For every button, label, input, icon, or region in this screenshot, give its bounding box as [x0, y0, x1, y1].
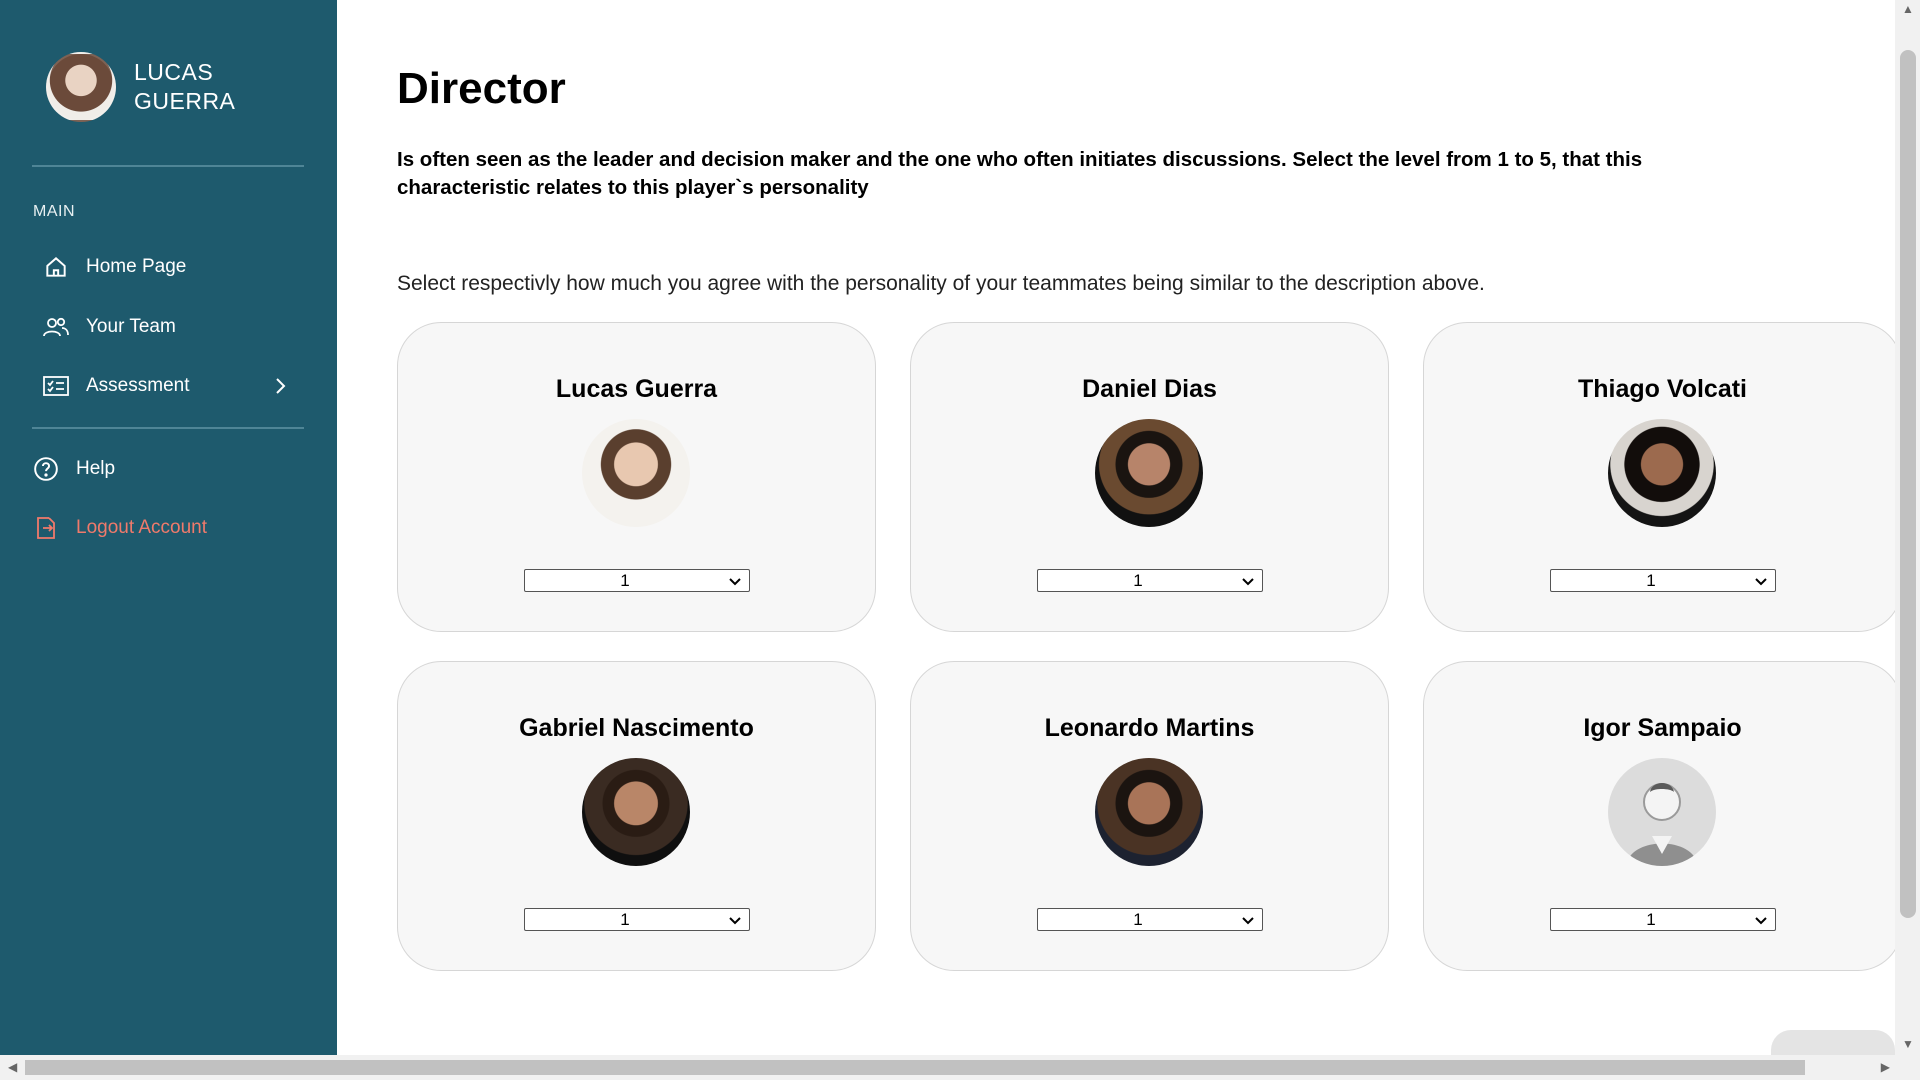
sidebar-divider	[32, 165, 304, 167]
player-name: Thiago Volcati	[1578, 375, 1747, 403]
scroll-left-icon[interactable]: ◀	[8, 1060, 17, 1074]
player-card: Gabriel Nascimento 1	[397, 661, 876, 971]
player-card: Lucas Guerra 1	[397, 322, 876, 632]
vertical-scrollbar[interactable]: ▲ ▼	[1895, 0, 1920, 1055]
help-icon	[32, 455, 60, 483]
user-profile: LUCAS GUERRA	[46, 52, 235, 122]
logout-icon	[32, 514, 60, 542]
team-icon	[42, 313, 70, 341]
level-select[interactable]: 1	[1550, 569, 1776, 592]
avatar	[46, 52, 116, 122]
player-card: Leonardo Martins 1	[910, 661, 1389, 971]
home-icon	[42, 253, 70, 281]
level-select[interactable]: 1	[1037, 908, 1263, 931]
sidebar-item-assessment[interactable]: Assessment	[42, 366, 292, 406]
level-select[interactable]: 1	[524, 908, 750, 931]
characteristic-description: Is often seen as the leader and decision…	[397, 148, 1643, 199]
player-card: Daniel Dias 1	[910, 322, 1389, 632]
scroll-up-icon[interactable]: ▲	[1902, 2, 1914, 16]
player-name: Igor Sampaio	[1583, 714, 1742, 742]
player-card: Thiago Volcati 1	[1423, 322, 1902, 632]
vertical-scroll-thumb[interactable]	[1900, 50, 1916, 918]
sidebar: LUCAS GUERRA MAIN Home Page Your Team As…	[0, 0, 337, 1055]
player-name: Leonardo Martins	[1044, 714, 1255, 742]
player-photo	[1608, 419, 1716, 527]
user-name: LUCAS GUERRA	[134, 59, 236, 114]
chevron-right-icon[interactable]	[268, 374, 292, 398]
horizontal-scroll-thumb[interactable]	[25, 1060, 1805, 1075]
sidebar-item-home[interactable]: Home Page	[42, 247, 186, 287]
player-card: Igor Sampaio 1	[1423, 661, 1902, 971]
main-content: Director Is often seen as the leader and…	[337, 0, 1902, 1055]
sidebar-item-label: Logout Account	[76, 517, 207, 538]
chevron-down-icon	[1242, 917, 1254, 925]
assessment-icon	[42, 372, 70, 400]
horizontal-scrollbar[interactable]: ◀ ▶	[0, 1055, 1920, 1080]
sidebar-item-logout[interactable]: Logout Account	[32, 508, 207, 548]
level-select[interactable]: 1	[1037, 569, 1263, 592]
scroll-down-icon[interactable]: ▼	[1902, 1037, 1914, 1051]
sidebar-item-label: Home Page	[86, 256, 187, 277]
player-name: Gabriel Nascimento	[519, 714, 754, 742]
chevron-down-icon	[1242, 578, 1254, 586]
chevron-down-icon	[729, 578, 741, 586]
sidebar-item-label: Assessment	[86, 375, 190, 396]
chevron-down-icon	[1755, 578, 1767, 586]
level-select[interactable]: 1	[524, 569, 750, 592]
player-name: Daniel Dias	[1082, 375, 1217, 403]
instruction-text: Select respectivly how much you agree wi…	[397, 272, 1485, 295]
player-photo	[1095, 758, 1203, 866]
sidebar-item-your-team[interactable]: Your Team	[42, 307, 176, 347]
chevron-down-icon	[1755, 917, 1767, 925]
player-photo	[582, 419, 690, 527]
default-avatar-icon	[1608, 758, 1716, 866]
sidebar-item-label: Help	[76, 458, 116, 479]
chevron-down-icon	[729, 917, 741, 925]
sidebar-item-label: Your Team	[86, 316, 176, 337]
player-name: Lucas Guerra	[555, 375, 718, 403]
scroll-right-icon[interactable]: ▶	[1881, 1060, 1890, 1074]
player-photo	[1095, 419, 1203, 527]
sidebar-divider	[32, 427, 304, 429]
sidebar-item-help[interactable]: Help	[32, 449, 115, 489]
page-title: Director	[397, 64, 566, 113]
sidebar-section-label: MAIN	[33, 203, 75, 220]
player-photo	[582, 758, 690, 866]
level-select[interactable]: 1	[1550, 908, 1776, 931]
